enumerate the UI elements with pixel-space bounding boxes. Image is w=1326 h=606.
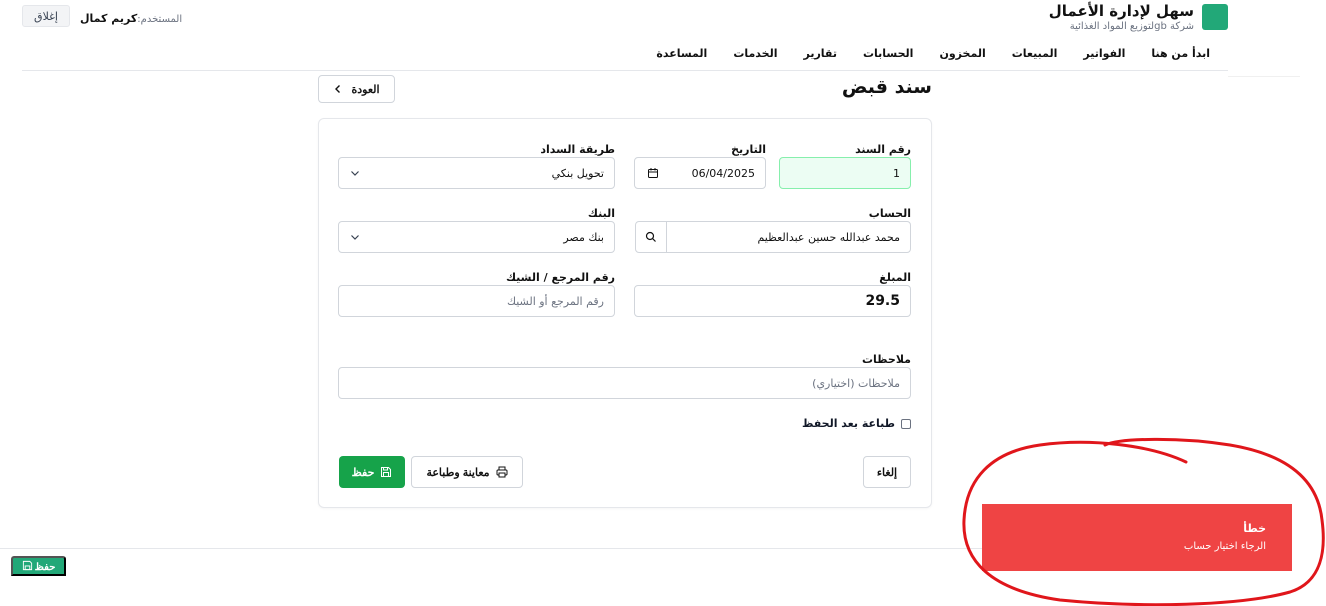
print-after-save-checkbox[interactable] [901,418,911,429]
user-info: المستخدم:كريم كمال [80,7,182,26]
print-after-save-row: طباعة بعد الحفظ [802,417,911,430]
toast-message: الرجاء اختيار حساب [1183,541,1266,552]
page-title: سند قبض [841,76,932,98]
bank-label: البنك [587,207,615,220]
notes-placeholder: ملاحظات (اختياري) [812,376,900,390]
date-label: التاريخ [731,143,766,156]
header-divider [1228,76,1300,77]
chevron-left-icon [335,85,341,93]
save-button[interactable]: حفظ [339,456,405,488]
preview-print-label: معاينة وطباعة [426,466,490,479]
reference-label: رقم المرجع / الشيك [505,271,615,284]
voucher-number-field[interactable]: 1 [779,157,911,189]
account-field[interactable]: محمد عبدالله حسين عبدالعظيم [666,221,911,253]
logout-button[interactable]: إغلاق [22,5,70,27]
reference-field[interactable]: رقم المرجع أو الشيك [338,285,615,317]
account-value: محمد عبدالله حسين عبدالعظيم [757,230,900,244]
main-nav: ابدأ من هنا الفواتير المبيعات المخزون ال… [656,47,1210,60]
amount-field[interactable]: 29.5 [634,285,911,317]
bank-value: بنك مصر [563,230,604,244]
bottom-divider [0,548,982,549]
bottom-save-button[interactable]: حفظ [11,556,66,576]
nav-item-reports[interactable]: تقارير [804,47,837,60]
app-logo [1202,4,1228,30]
bottom-save-label: حفظ [34,562,56,573]
preview-print-button[interactable]: معاينة وطباعة [411,456,523,488]
chevron-down-icon [351,235,359,240]
back-label: العودة [351,83,380,96]
nav-item-invoices[interactable]: الفواتير [1083,47,1125,60]
nav-item-help[interactable]: المساعدة [656,47,707,60]
printer-icon [496,466,508,478]
save-label: حفظ [351,466,375,479]
account-label: الحساب [868,207,911,220]
save-icon [381,467,392,477]
cancel-label: إلغاء [876,466,898,479]
amount-value: 29.5 [865,293,900,309]
payment-method-label: طريقة السداد [540,143,615,156]
bank-select[interactable]: بنك مصر [338,221,615,253]
user-name: كريم كمال [80,11,138,25]
payment-method-value: تحويل بنكي [551,166,604,180]
receipt-voucher-form: رقم السند 1 التاريخ 06/04/2025 طريقة الس… [318,118,932,508]
payment-method-select[interactable]: تحويل بنكي [338,157,615,189]
chevron-down-icon [351,171,359,176]
print-after-save-label: طباعة بعد الحفظ [801,417,895,430]
toast-title: خطأ [1243,522,1266,535]
amount-label: المبلغ [879,271,911,284]
back-button[interactable]: العودة [318,75,395,103]
notes-label: ملاحظات [862,353,911,366]
app-title: سهل لإدارة الأعمال [1048,2,1194,20]
reference-placeholder: رقم المرجع أو الشيك [506,294,604,308]
nav-item-services[interactable]: الخدمات [733,47,777,60]
date-field[interactable]: 06/04/2025 [634,157,766,189]
save-icon [22,560,32,571]
voucher-number-label: رقم السند [855,143,911,156]
nav-item-inventory[interactable]: المخزون [939,47,985,60]
user-label: المستخدم: [137,13,183,25]
voucher-number-value: 1 [893,166,900,180]
nav-item-accounts[interactable]: الحسابات [863,47,913,60]
nav-item-start[interactable]: ابدأ من هنا [1151,47,1210,60]
search-icon [645,231,656,242]
nav-item-sales[interactable]: المبيعات [1012,47,1058,60]
account-search-button[interactable] [635,221,667,253]
calendar-icon [648,168,658,178]
app-header: سهل لإدارة الأعمال شركة gbلتوزيع المواد … [22,0,1228,71]
error-toast[interactable]: خطأ الرجاء اختيار حساب [982,504,1292,571]
date-value: 06/04/2025 [691,166,755,180]
user-box: إغلاق المستخدم:كريم كمال [22,5,182,27]
cancel-button[interactable]: إلغاء [863,456,911,488]
notes-field[interactable]: ملاحظات (اختياري) [338,367,911,399]
app-subtitle: شركة gbلتوزيع المواد الغذائية [1069,21,1194,32]
